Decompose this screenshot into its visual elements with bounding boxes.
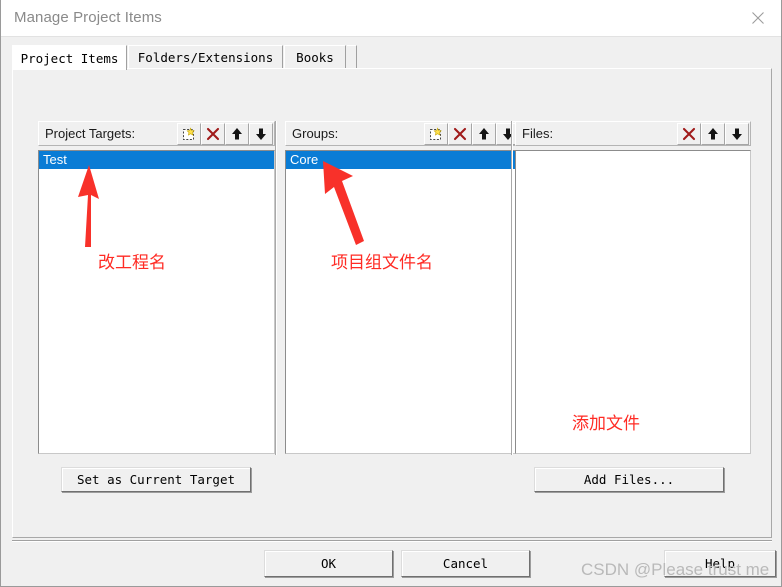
move-down-icon[interactable] bbox=[725, 123, 749, 145]
new-item-icon[interactable] bbox=[177, 123, 201, 145]
button-label: OK bbox=[320, 556, 337, 571]
files-column: Files: bbox=[515, 121, 751, 454]
delete-icon[interactable] bbox=[448, 123, 472, 145]
column-divider-2 bbox=[511, 121, 513, 455]
tab-label: Folders/Extensions bbox=[137, 50, 274, 65]
cancel-button[interactable]: Cancel bbox=[401, 550, 530, 577]
move-up-icon[interactable] bbox=[225, 123, 249, 145]
project-targets-toolbar bbox=[177, 123, 273, 145]
list-item[interactable]: Core bbox=[286, 151, 521, 169]
tab-strip-filler bbox=[347, 45, 357, 69]
tab-folders-extensions[interactable]: Folders/Extensions bbox=[128, 45, 283, 69]
move-down-icon[interactable] bbox=[249, 123, 273, 145]
files-list[interactable] bbox=[515, 150, 751, 454]
files-header: Files: bbox=[515, 121, 751, 146]
project-targets-list[interactable]: Test bbox=[38, 150, 275, 454]
groups-column: Groups: Core bbox=[285, 121, 522, 454]
footer-separator bbox=[12, 540, 772, 542]
project-targets-label: Project Targets: bbox=[45, 126, 136, 141]
delete-icon[interactable] bbox=[201, 123, 225, 145]
manage-project-items-dialog: Manage Project Items Project Items Folde… bbox=[0, 0, 782, 587]
set-as-current-target-button[interactable]: Set as Current Target bbox=[61, 467, 251, 492]
groups-toolbar bbox=[424, 123, 520, 145]
button-label: Set as Current Target bbox=[76, 472, 236, 487]
move-up-icon[interactable] bbox=[472, 123, 496, 145]
move-up-icon[interactable] bbox=[701, 123, 725, 145]
groups-list[interactable]: Core bbox=[285, 150, 522, 454]
ok-button[interactable]: OK bbox=[264, 550, 393, 577]
project-targets-column: Project Targets: Test bbox=[38, 121, 275, 454]
add-files-button[interactable]: Add Files... bbox=[534, 467, 724, 492]
tab-label: Books bbox=[296, 50, 334, 65]
new-item-icon[interactable] bbox=[424, 123, 448, 145]
tab-label: Project Items bbox=[20, 50, 119, 66]
column-divider-1 bbox=[275, 121, 277, 455]
tab-project-items[interactable]: Project Items bbox=[12, 45, 127, 70]
files-label: Files: bbox=[522, 126, 554, 141]
list-item[interactable]: Test bbox=[39, 151, 274, 169]
help-button[interactable]: Help bbox=[664, 550, 776, 577]
title-bar: Manage Project Items bbox=[1, 0, 781, 37]
button-label: Help bbox=[704, 556, 736, 571]
groups-header: Groups: bbox=[285, 121, 522, 146]
tab-strip: Project Items Folders/Extensions Books bbox=[12, 45, 772, 70]
project-items-panel: Project Targets: Test Groups: Core Files… bbox=[12, 68, 772, 538]
files-toolbar bbox=[677, 123, 749, 145]
tab-books[interactable]: Books bbox=[284, 45, 346, 69]
delete-icon[interactable] bbox=[677, 123, 701, 145]
window-title: Manage Project Items bbox=[14, 9, 162, 26]
button-label: Cancel bbox=[442, 556, 489, 571]
project-targets-header: Project Targets: bbox=[38, 121, 275, 146]
groups-label: Groups: bbox=[292, 126, 339, 141]
close-icon[interactable] bbox=[735, 0, 781, 36]
button-label: Add Files... bbox=[583, 472, 675, 487]
